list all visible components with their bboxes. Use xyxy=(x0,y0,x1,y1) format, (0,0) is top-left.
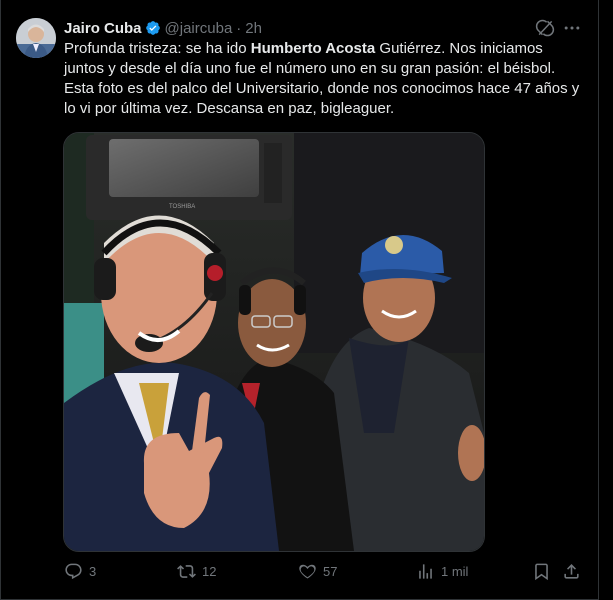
more-icon[interactable] xyxy=(562,18,582,38)
tv-brand: TOSHIBA xyxy=(169,204,195,210)
reply-count: 3 xyxy=(89,564,97,579)
author-name[interactable]: Jairo Cuba xyxy=(64,20,142,37)
mentioned-name: Humberto Acosta xyxy=(250,40,376,57)
like-button[interactable]: 57 xyxy=(298,562,337,581)
reply-button[interactable]: 3 xyxy=(64,562,96,581)
tweet-text-part1: Profunda tristeza: se ha ido xyxy=(64,40,251,57)
share-icon xyxy=(564,564,579,579)
bookmark-button[interactable] xyxy=(532,562,551,581)
like-icon xyxy=(299,564,316,579)
verified-badge-icon[interactable] xyxy=(145,20,161,36)
tv-set: TOSHIBA xyxy=(86,135,292,220)
tweet-photo[interactable]: TOSHIBA xyxy=(63,132,485,552)
tweet-text: Profunda tristeza: se ha ido Humberto Ac… xyxy=(64,39,584,119)
tweet-header: Jairo Cuba @jaircuba · 2h xyxy=(64,18,579,38)
reply-icon xyxy=(65,563,82,580)
timeline-border-right xyxy=(598,0,599,600)
timestamp[interactable]: 2h xyxy=(245,20,262,37)
tweet-actions: 3 12 57 1 mil xyxy=(64,562,594,586)
repost-count: 12 xyxy=(202,564,217,579)
views-count: 1 mil xyxy=(441,564,469,579)
bookmark-icon xyxy=(535,563,548,581)
author-avatar[interactable] xyxy=(16,18,56,58)
repost-icon xyxy=(177,565,196,578)
share-button[interactable] xyxy=(562,562,581,581)
repost-button[interactable]: 12 xyxy=(177,562,216,581)
timeline-border-left xyxy=(0,0,1,600)
like-count: 57 xyxy=(323,564,338,579)
views-icon xyxy=(419,564,432,579)
separator-dot: · xyxy=(236,19,242,37)
grok-icon[interactable] xyxy=(535,18,555,38)
views-button[interactable]: 1 mil xyxy=(416,562,468,581)
author-handle[interactable]: @jaircuba xyxy=(165,20,233,37)
